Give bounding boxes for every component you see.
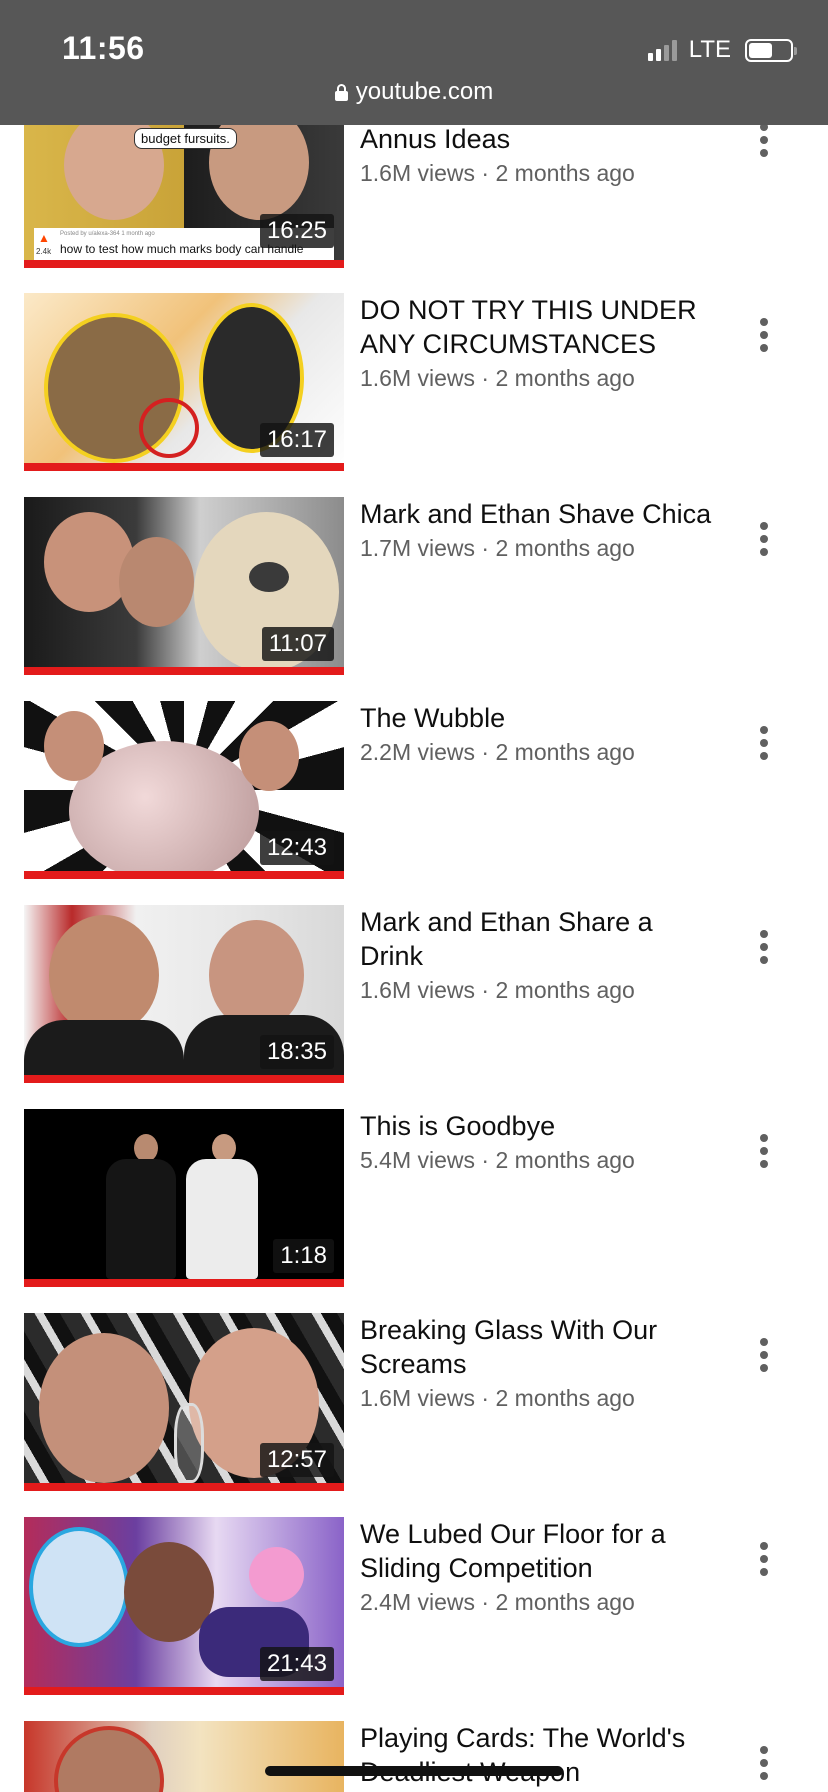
video-duration: 16:25: [259, 214, 334, 248]
video-meta: 2.4M views · 2 months ago: [360, 1589, 635, 1615]
watch-progress: [24, 667, 344, 675]
video-duration: 1:18: [273, 1239, 334, 1273]
video-item[interactable]: 16:17 DO NOT TRY THIS UNDER ANY CIRCUMST…: [0, 293, 828, 473]
more-options-icon[interactable]: [752, 1743, 776, 1783]
video-thumbnail[interactable]: 11:07: [24, 497, 344, 675]
watch-progress: [24, 1483, 344, 1491]
video-item[interactable]: 12:57 Breaking Glass With Our Screams 1.…: [0, 1313, 828, 1493]
video-duration: 12:57: [259, 1443, 334, 1477]
video-info: DO NOT TRY THIS UNDER ANY CIRCUMSTANCES …: [360, 293, 720, 393]
video-title[interactable]: We Lubed Our Floor for a Sliding Competi…: [360, 1517, 720, 1585]
video-item[interactable]: 1:18 This is Goodbye 5.4M views · 2 mont…: [0, 1109, 828, 1289]
signal-icon: [647, 39, 677, 61]
video-meta: 1.7M views · 2 months ago: [360, 535, 635, 561]
more-options-icon[interactable]: [752, 315, 776, 355]
youtube-mobile-page: 11:56 LTE youtube.com budget fursuits. ▲…: [0, 0, 828, 1792]
more-options-icon[interactable]: [752, 120, 776, 160]
network-type: LTE: [688, 36, 731, 63]
video-thumbnail[interactable]: 16:17: [24, 293, 344, 471]
watch-progress: [24, 463, 344, 471]
watch-progress: [24, 260, 344, 268]
video-meta: 1.6M views · 2 months ago: [360, 365, 635, 391]
more-options-icon[interactable]: [752, 723, 776, 763]
video-title[interactable]: Breaking Glass With Our Screams: [360, 1313, 720, 1381]
video-duration: 11:07: [261, 627, 334, 661]
video-item[interactable]: 12:43 The Wubble 2.2M views · 2 months a…: [0, 701, 828, 881]
video-info: Mark and Ethan Share a Drink 1.6M views …: [360, 905, 720, 1005]
browser-top-bar: 11:56 LTE youtube.com: [0, 0, 828, 125]
video-thumbnail[interactable]: [24, 1721, 344, 1792]
video-item[interactable]: 21:43 We Lubed Our Floor for a Sliding C…: [0, 1517, 828, 1697]
video-item[interactable]: 11:07 Mark and Ethan Shave Chica 1.7M vi…: [0, 497, 828, 677]
video-title[interactable]: Mark and Ethan Shave Chica: [360, 497, 720, 531]
thumbnail-caption: budget fursuits.: [134, 128, 237, 149]
watch-progress: [24, 871, 344, 879]
video-meta: 2.2M views · 2 months ago: [360, 739, 635, 765]
status-time: 11:56: [62, 30, 145, 66]
more-options-icon[interactable]: [752, 1539, 776, 1579]
video-info: Annus Ideas 1.6M views · 2 months ago: [360, 122, 720, 188]
home-indicator[interactable]: [265, 1766, 563, 1776]
video-info: Mark and Ethan Shave Chica 1.7M views · …: [360, 497, 720, 563]
status-indicators: LTE: [647, 36, 797, 64]
video-title[interactable]: Mark and Ethan Share a Drink: [360, 905, 720, 973]
video-duration: 21:43: [259, 1647, 334, 1681]
more-options-icon[interactable]: [752, 1131, 776, 1171]
video-title[interactable]: DO NOT TRY THIS UNDER ANY CIRCUMSTANCES: [360, 293, 720, 361]
lock-icon: [334, 83, 348, 101]
video-meta: 1.6M views · 2 months ago: [360, 1385, 635, 1411]
video-thumbnail[interactable]: 12:43: [24, 701, 344, 879]
video-duration: 16:17: [259, 423, 334, 457]
video-info: We Lubed Our Floor for a Sliding Competi…: [360, 1517, 720, 1617]
video-info: Breaking Glass With Our Screams 1.6M vie…: [360, 1313, 720, 1413]
more-options-icon[interactable]: [752, 1335, 776, 1375]
video-title[interactable]: Playing Cards: The World's Deadliest Wea…: [360, 1721, 720, 1789]
watch-progress: [24, 1075, 344, 1083]
video-thumbnail[interactable]: 21:43: [24, 1517, 344, 1695]
video-title[interactable]: Annus Ideas: [360, 122, 720, 156]
video-thumbnail[interactable]: 1:18: [24, 1109, 344, 1287]
watch-progress: [24, 1687, 344, 1695]
video-meta: 5.4M views · 2 months ago: [360, 1147, 635, 1173]
url-text: youtube.com: [355, 78, 494, 105]
upvote-icon: ▲: [38, 231, 50, 245]
video-item[interactable]: 18:35 Mark and Ethan Share a Drink 1.6M …: [0, 905, 828, 1085]
video-item[interactable]: Playing Cards: The World's Deadliest Wea…: [0, 1721, 828, 1792]
video-info: The Wubble 2.2M views · 2 months ago: [360, 701, 720, 767]
battery-icon: [745, 38, 797, 62]
video-meta: 1.6M views · 2 months ago: [360, 977, 635, 1003]
video-info: This is Goodbye 5.4M views · 2 months ag…: [360, 1109, 720, 1175]
more-options-icon[interactable]: [752, 927, 776, 967]
more-options-icon[interactable]: [752, 519, 776, 559]
video-duration: 18:35: [259, 1035, 334, 1069]
video-thumbnail[interactable]: 18:35: [24, 905, 344, 1083]
video-thumbnail[interactable]: 12:57: [24, 1313, 344, 1491]
video-info: Playing Cards: The World's Deadliest Wea…: [360, 1721, 720, 1789]
video-title[interactable]: This is Goodbye: [360, 1109, 720, 1143]
watch-progress: [24, 1279, 344, 1287]
video-meta: 1.6M views · 2 months ago: [360, 160, 635, 186]
url-bar[interactable]: youtube.com: [0, 78, 828, 106]
video-title[interactable]: The Wubble: [360, 701, 720, 735]
video-duration: 12:43: [259, 831, 334, 865]
